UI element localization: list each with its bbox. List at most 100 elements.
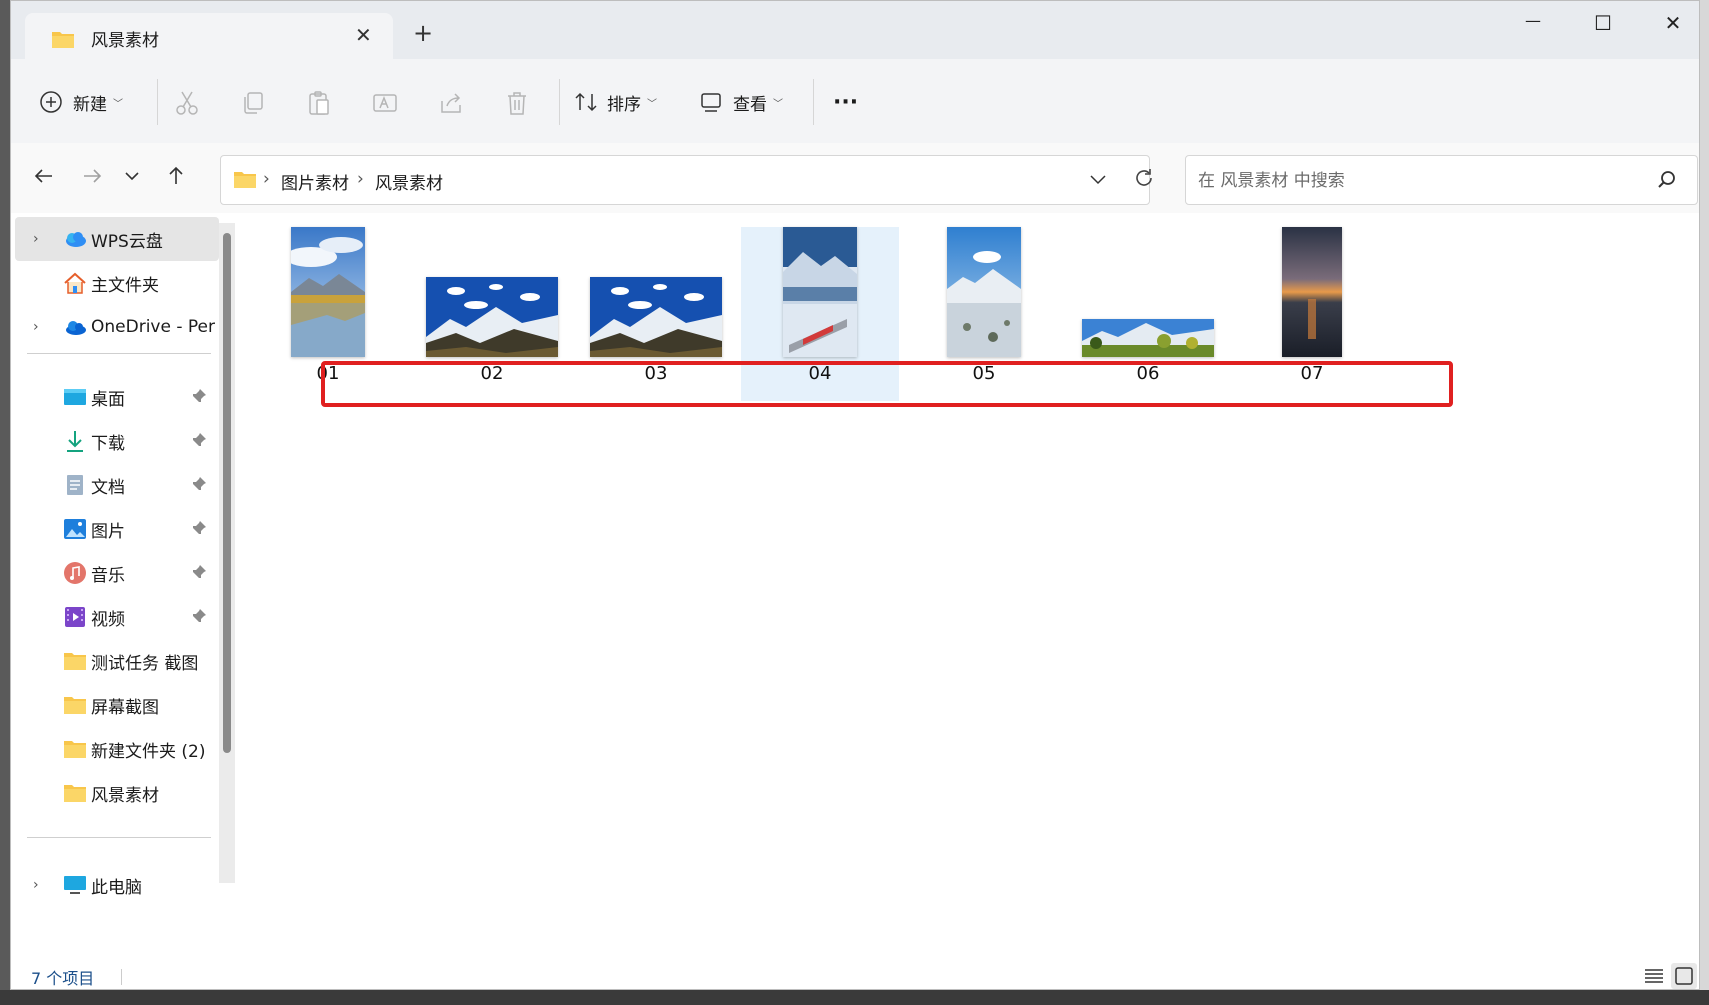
large-icons-view-icon[interactable] (1671, 963, 1697, 989)
pin-icon[interactable] (191, 564, 207, 585)
new-tab-button[interactable]: + (413, 19, 433, 47)
sidebar-item-documents[interactable]: 文档 (15, 463, 219, 507)
sidebar-item-label: 桌面 (91, 389, 125, 410)
folder-icon (63, 649, 87, 673)
close-window-button[interactable]: ✕ (1643, 11, 1699, 37)
view-icon (701, 93, 721, 112)
sort-button[interactable]: 排序 ﹀ (573, 85, 657, 119)
up-icon[interactable] (165, 165, 187, 192)
pin-icon[interactable] (191, 520, 207, 541)
onedrive-icon (63, 315, 87, 339)
rename-icon[interactable] (371, 89, 399, 117)
thumbnail-alpine-meadow (1082, 319, 1214, 357)
sidebar-item-label: 风景素材 (91, 785, 159, 806)
copy-icon[interactable] (239, 89, 267, 117)
breadcrumb-landscape-material[interactable]: 风景素材 (375, 169, 443, 194)
recent-locations-icon[interactable] (123, 165, 141, 192)
paste-icon[interactable] (305, 89, 333, 117)
file-name: 03 (644, 363, 668, 384)
sidebar-item-this-pc[interactable]: › 此电脑 (15, 863, 219, 907)
sidebar-item-wps-cloud[interactable]: › WPS云盘 (15, 217, 219, 261)
home-icon (63, 271, 87, 295)
scrollbar-thumb[interactable] (223, 233, 231, 753)
search-input[interactable] (1196, 167, 1640, 195)
delete-icon[interactable] (503, 89, 531, 117)
thumbnail-mountain-sky (426, 277, 558, 357)
file-item-06[interactable]: 06 (1069, 227, 1227, 401)
toolbar-divider (157, 79, 158, 125)
chevron-down-icon[interactable] (1087, 168, 1109, 194)
close-tab-icon[interactable]: ✕ (355, 23, 372, 47)
sidebar-item-desktop[interactable]: 桌面 (15, 375, 219, 419)
thumbnail-mountain-sky (590, 277, 722, 357)
maximize-button[interactable]: ☐ (1573, 11, 1633, 37)
chevron-right-icon[interactable]: › (33, 319, 39, 335)
chevron-down-icon: ﹀ (773, 98, 783, 110)
sidebar-item-screenshots[interactable]: 屏幕截图 (15, 683, 219, 727)
sidebar-item-label: 音乐 (91, 565, 125, 586)
file-name: 02 (480, 363, 504, 384)
new-label: 新建 (73, 94, 107, 115)
sidebar-item-home[interactable]: 主文件夹 (15, 261, 219, 305)
search-icon[interactable] (1656, 169, 1678, 195)
file-item-07[interactable]: 07 (1233, 227, 1391, 401)
navigation-pane: › WPS云盘 主文件夹 › OneDrive - Per 桌面 下载 文档 图… (11, 213, 226, 961)
cut-icon[interactable] (173, 89, 201, 117)
search-box[interactable] (1185, 155, 1698, 205)
sidebar-item-label: 新建文件夹 (2) (91, 741, 206, 762)
file-name: 01 (316, 363, 340, 384)
sidebar-item-label: WPS云盘 (91, 231, 163, 252)
pin-icon[interactable] (191, 608, 207, 629)
sidebar-item-videos[interactable]: 视频 (15, 595, 219, 639)
status-divider (121, 969, 122, 985)
sidebar-scrollbar[interactable] (219, 223, 235, 883)
file-item-04[interactable]: 04 (741, 227, 899, 401)
file-item-03[interactable]: 03 (577, 227, 735, 401)
chevron-right-icon[interactable]: › (33, 231, 39, 247)
folder-icon (63, 693, 87, 717)
sidebar-item-onedrive[interactable]: › OneDrive - Per (15, 305, 219, 349)
sidebar-item-downloads[interactable]: 下载 (15, 419, 219, 463)
music-icon (63, 561, 87, 585)
address-bar[interactable]: › 图片素材 › 风景素材 (220, 155, 1150, 205)
folder-icon (63, 781, 87, 805)
sidebar-item-landscape-material[interactable]: 风景素材 (15, 771, 219, 815)
document-icon (63, 473, 87, 497)
view-button[interactable]: 查看 ﹀ (699, 85, 783, 119)
toolbar-divider (559, 79, 560, 125)
sidebar-item-test-screenshots[interactable]: 测试任务 截图 (15, 639, 219, 683)
back-icon[interactable] (33, 165, 55, 192)
status-bar: 7 个项目 (11, 961, 1699, 989)
more-options-button[interactable]: ··· (833, 85, 858, 119)
new-button[interactable]: 新建 ﹀ (39, 85, 123, 119)
file-item-05[interactable]: 05 (905, 227, 1063, 401)
desktop-edge (1700, 0, 1709, 1005)
tab-current[interactable]: 风景素材 ✕ (25, 13, 393, 59)
sidebar-item-label: 下载 (91, 433, 125, 454)
pin-icon[interactable] (191, 388, 207, 409)
file-item-01[interactable]: 01 (249, 227, 407, 401)
thumbnail-lake-reflection (291, 227, 365, 357)
refresh-icon[interactable] (1132, 166, 1156, 194)
file-name: 06 (1136, 363, 1160, 384)
cloud-icon (63, 227, 87, 251)
sidebar-item-label: 视频 (91, 609, 125, 630)
sidebar-item-new-folder-2[interactable]: 新建文件夹 (2) (15, 727, 219, 771)
file-name: 05 (972, 363, 996, 384)
sidebar-item-pictures[interactable]: 图片 (15, 507, 219, 551)
sidebar-divider (27, 837, 211, 838)
share-icon[interactable] (437, 89, 465, 117)
details-view-icon[interactable] (1641, 963, 1667, 989)
sidebar-item-label: 主文件夹 (91, 275, 159, 296)
forward-icon[interactable] (81, 165, 103, 192)
pictures-icon (63, 517, 87, 541)
pin-icon[interactable] (191, 432, 207, 453)
breadcrumb-pictures-material[interactable]: 图片素材 (281, 169, 349, 194)
pin-icon[interactable] (191, 476, 207, 497)
sidebar-item-music[interactable]: 音乐 (15, 551, 219, 595)
file-item-02[interactable]: 02 (413, 227, 571, 401)
thumbnail-ocean-sunset (1282, 227, 1342, 357)
toolbar-divider (813, 79, 814, 125)
chevron-right-icon[interactable]: › (33, 877, 39, 893)
minimize-button[interactable]: — (1503, 11, 1563, 37)
